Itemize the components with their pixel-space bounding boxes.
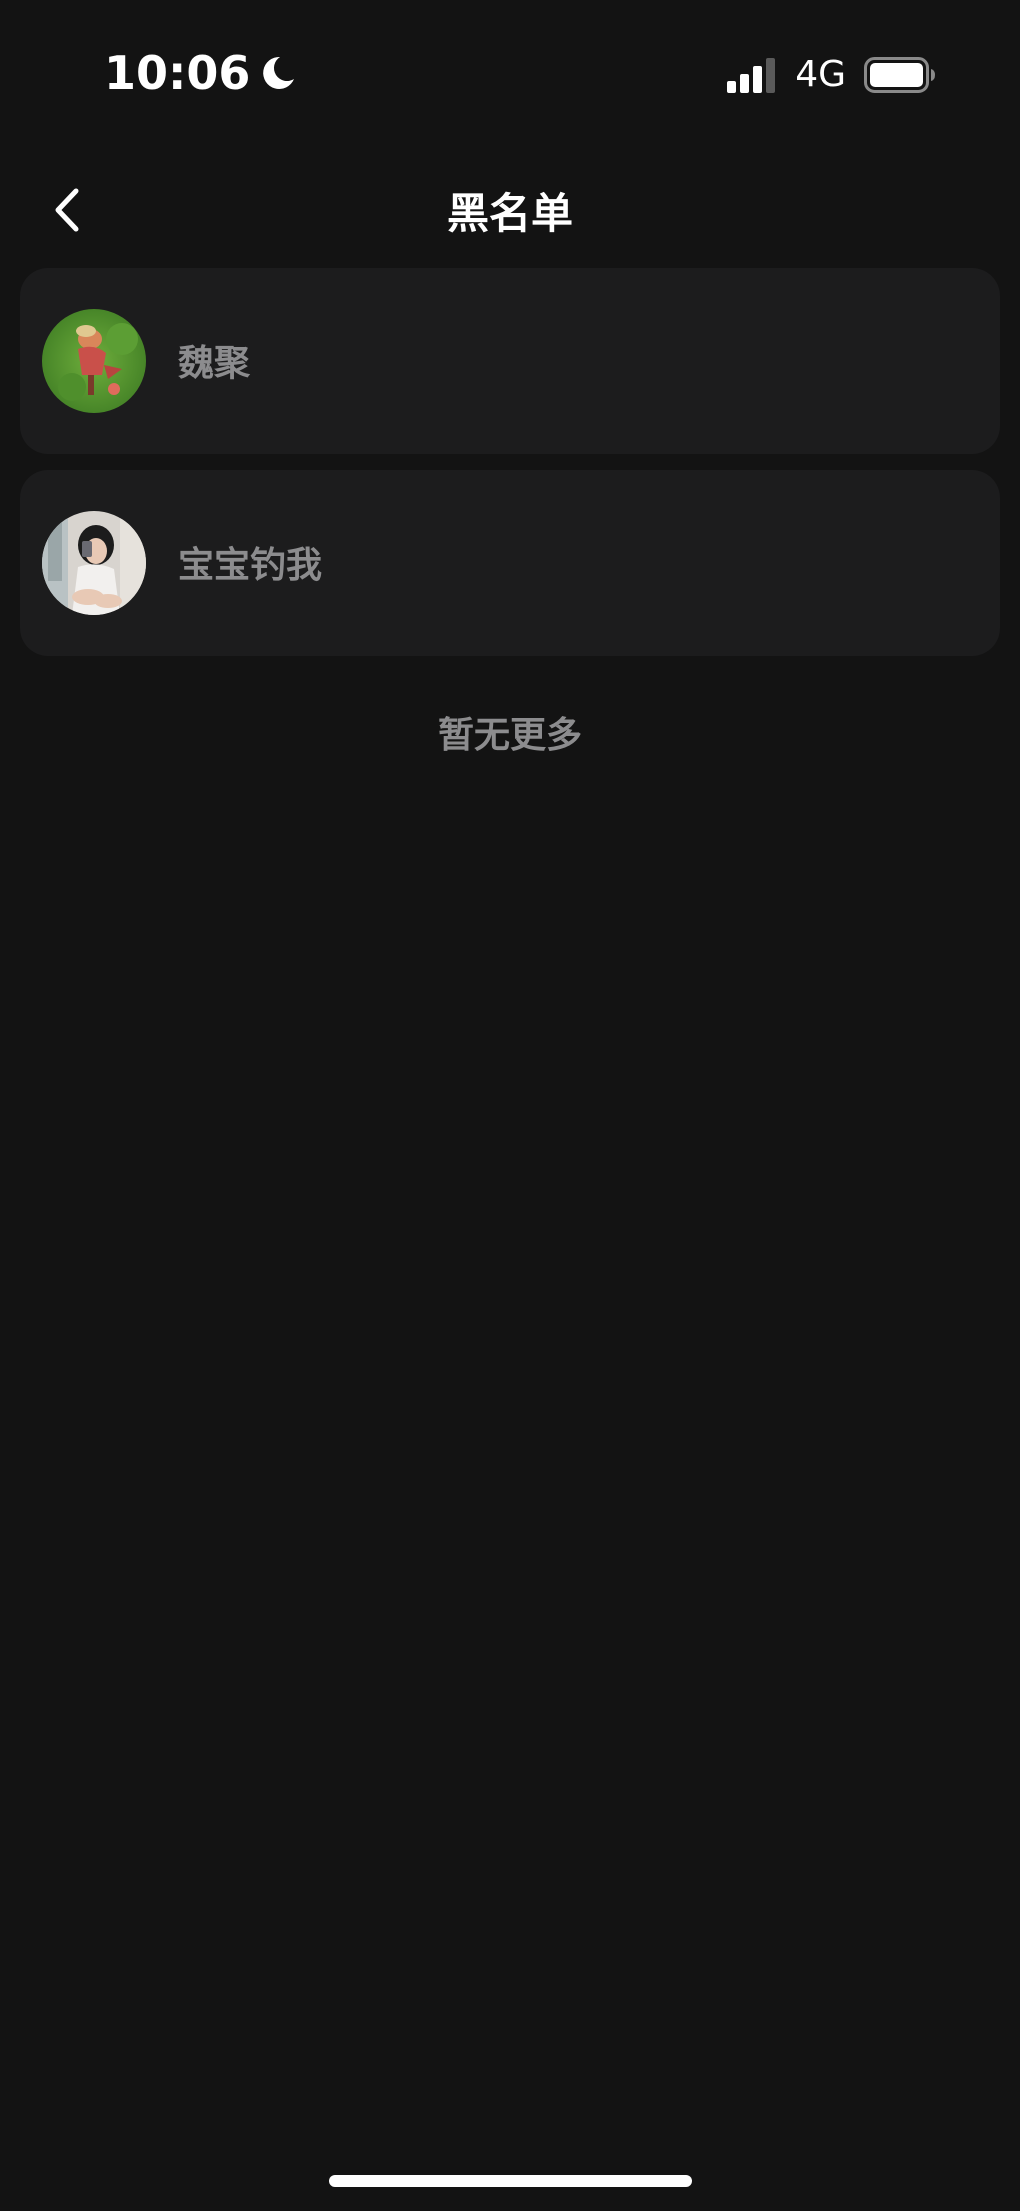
user-name: 魏聚 [178, 343, 251, 384]
home-indicator[interactable] [329, 2175, 692, 2187]
status-time-group: 10:06 [104, 46, 298, 100]
network-type-label: 4G [795, 54, 846, 95]
status-right-group: 4G [727, 54, 936, 95]
avatar[interactable] [42, 309, 146, 413]
status-bar: 10:06 4G [0, 0, 1020, 150]
page-title: 黑名单 [446, 189, 573, 238]
blocked-user-list: 魏聚 宝宝钓我 [20, 268, 1000, 672]
battery-icon [864, 56, 936, 93]
moon-icon [258, 53, 298, 93]
nav-bar: 黑名单 [0, 160, 1020, 260]
status-time: 10:06 [104, 46, 251, 100]
signal-icon [727, 57, 779, 93]
user-name: 宝宝钓我 [178, 545, 323, 586]
list-item[interactable]: 魏聚 [20, 268, 1000, 454]
avatar[interactable] [42, 511, 146, 615]
no-more-text: 暂无更多 [437, 715, 582, 756]
list-item[interactable]: 宝宝钓我 [20, 470, 1000, 656]
